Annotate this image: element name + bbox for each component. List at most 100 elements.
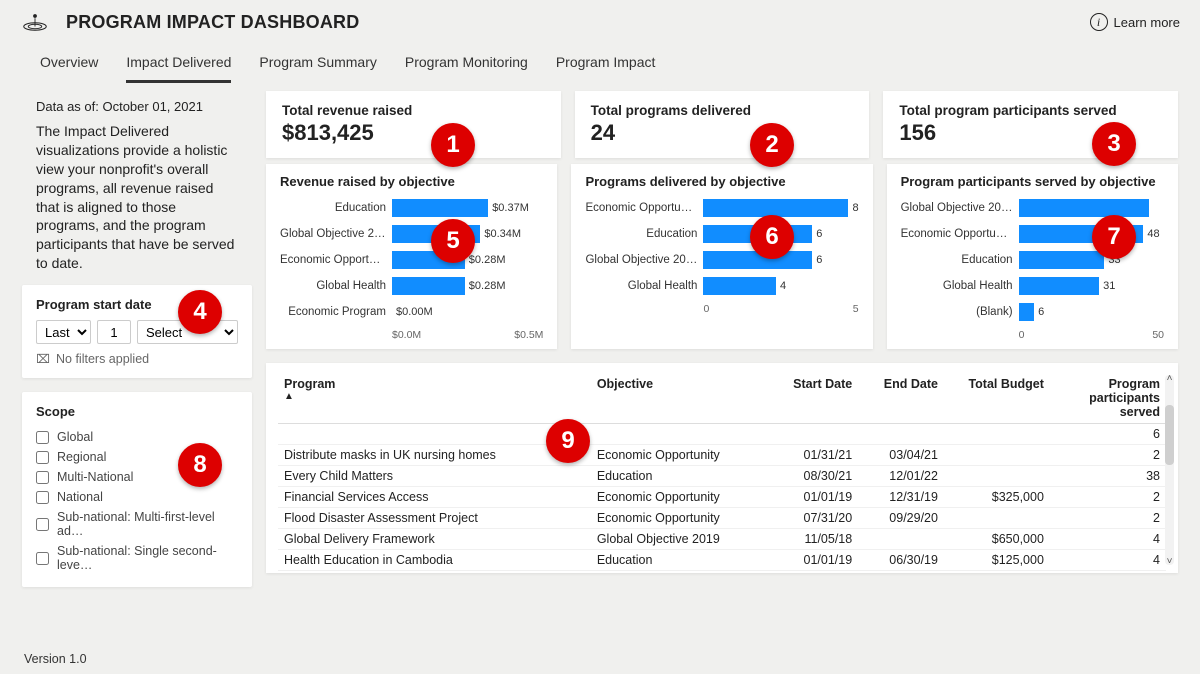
chart-bar[interactable]: Education 33 <box>901 247 1164 273</box>
filter-unit-select[interactable]: Select <box>137 320 238 344</box>
chart-bar[interactable]: Education $0.37M <box>280 195 543 221</box>
scope-option-label: Sub-national: Multi-first-level ad… <box>57 510 238 538</box>
cell-start: 01/01/19 <box>772 487 858 508</box>
tab-program-monitoring[interactable]: Program Monitoring <box>405 46 528 83</box>
chart-bar[interactable]: (Blank) 6 <box>901 299 1164 325</box>
cell-end: 06/30/19 <box>858 571 944 574</box>
bar-category: Global Objective 2019 <box>280 228 392 240</box>
col-served[interactable]: Program participants served <box>1050 373 1166 424</box>
clear-filter-icon[interactable]: ⌧ <box>36 352 50 366</box>
table-row[interactable]: Health Education Initiatives Global Heal… <box>278 571 1166 574</box>
filter-n-input[interactable] <box>97 320 131 344</box>
filter-scope-panel: Scope GlobalRegionalMulti-NationalNation… <box>22 392 252 587</box>
bar-value: $0.28M <box>469 280 506 292</box>
chart-bar[interactable]: Global Objective 2019 $0.34M <box>280 221 543 247</box>
tab-overview[interactable]: Overview <box>40 46 98 83</box>
table-row[interactable]: Every Child Matters Education 08/30/21 1… <box>278 466 1166 487</box>
scope-option[interactable]: National <box>36 487 238 507</box>
scope-option[interactable]: Global <box>36 427 238 447</box>
scope-option[interactable]: Multi-National <box>36 467 238 487</box>
chart-bar[interactable]: Economic Opportunity $0.28M <box>280 247 543 273</box>
chart-programs-by-objective[interactable]: Programs delivered by objective Economic… <box>571 164 872 349</box>
scope-option-label: Global <box>57 430 93 444</box>
bar-category: Education <box>901 254 1019 266</box>
kpi-participants-value: 156 <box>899 120 1162 146</box>
no-filters-label: No filters applied <box>56 352 149 366</box>
table-row[interactable]: Health Education in Cambodia Education 0… <box>278 550 1166 571</box>
col-budget[interactable]: Total Budget <box>944 373 1050 424</box>
bar-fill <box>392 225 480 243</box>
cell-program: Financial Services Access <box>278 487 591 508</box>
table-row[interactable]: Global Delivery Framework Global Objecti… <box>278 529 1166 550</box>
table-scrollbar[interactable]: ˄ ˅ <box>1165 375 1174 565</box>
chart-bar[interactable]: Global Health 4 <box>585 273 858 299</box>
tab-program-impact[interactable]: Program Impact <box>556 46 656 83</box>
table-row[interactable]: 6 <box>278 424 1166 445</box>
kpi-revenue-title: Total revenue raised <box>282 103 545 118</box>
cell-objective <box>591 424 773 445</box>
filter-last-select[interactable]: Last <box>36 320 91 344</box>
scope-option[interactable]: Sub-national: Multi-first-level ad… <box>36 507 238 541</box>
cell-budget: $125,000 <box>944 550 1050 571</box>
chart-bar[interactable]: Education 6 <box>585 221 858 247</box>
cell-budget <box>944 466 1050 487</box>
scope-checkbox[interactable] <box>36 471 49 484</box>
chart-participants-by-objective[interactable]: Program participants served by objective… <box>887 164 1178 349</box>
scope-option[interactable]: Sub-national: Single second-leve… <box>36 541 238 575</box>
bar-category: Global Health <box>280 280 392 292</box>
scope-option-label: National <box>57 490 103 504</box>
scope-option[interactable]: Regional <box>36 447 238 467</box>
axis-tick: 50 <box>1152 329 1164 341</box>
chart-bar[interactable]: Global Health 31 <box>901 273 1164 299</box>
cell-program: Every Child Matters <box>278 466 591 487</box>
scroll-thumb[interactable] <box>1165 405 1174 465</box>
tab-program-summary[interactable]: Program Summary <box>259 46 376 83</box>
learn-more-button[interactable]: i Learn more <box>1090 13 1180 31</box>
programs-table[interactable]: Program▲ Objective Start Date End Date T… <box>278 373 1166 573</box>
scope-checkbox[interactable] <box>36 451 49 464</box>
bar-fill <box>392 199 488 217</box>
bar-value: $0.37M <box>492 202 529 214</box>
app-logo-icon <box>20 10 50 34</box>
cell-start <box>772 424 858 445</box>
scope-checkbox[interactable] <box>36 552 49 565</box>
chart-bar[interactable]: Economic Opportunity 48 <box>901 221 1164 247</box>
bar-fill <box>703 277 776 295</box>
col-program[interactable]: Program▲ <box>278 373 591 424</box>
cell-start: 01/31/21 <box>772 445 858 466</box>
cell-program: Health Education Initiatives <box>278 571 591 574</box>
page-title: PROGRAM IMPACT DASHBOARD <box>66 12 359 33</box>
chart-bar[interactable]: Global Health $0.28M <box>280 273 543 299</box>
chart-bar[interactable]: Global Objective 2019 6 <box>585 247 858 273</box>
scroll-down-icon[interactable]: ˅ <box>1165 556 1174 567</box>
chart-revenue-title: Revenue raised by objective <box>280 174 543 189</box>
cell-objective: Economic Opportunity <box>591 445 773 466</box>
bar-fill <box>392 251 465 269</box>
tabs: Overview Impact Delivered Program Summar… <box>0 46 1200 83</box>
cell-budget <box>944 445 1050 466</box>
no-filters-row: ⌧ No filters applied <box>36 352 238 366</box>
scroll-up-icon[interactable]: ˄ <box>1165 373 1174 384</box>
table-row[interactable]: Distribute masks in UK nursing homes Eco… <box>278 445 1166 466</box>
table-row[interactable]: Flood Disaster Assessment Project Econom… <box>278 508 1166 529</box>
col-end[interactable]: End Date <box>858 373 944 424</box>
scope-checkbox[interactable] <box>36 518 49 531</box>
cell-start: 01/01/19 <box>772 550 858 571</box>
cell-program: Flood Disaster Assessment Project <box>278 508 591 529</box>
scope-checkbox[interactable] <box>36 431 49 444</box>
col-start[interactable]: Start Date <box>772 373 858 424</box>
chart-bar[interactable]: Economic Program $0.00M <box>280 299 543 325</box>
info-icon: i <box>1090 13 1108 31</box>
chart-bar[interactable]: Global Objective 2019 <box>901 195 1164 221</box>
tab-impact-delivered[interactable]: Impact Delivered <box>126 46 231 83</box>
scope-checkbox[interactable] <box>36 491 49 504</box>
table-row[interactable]: Financial Services Access Economic Oppor… <box>278 487 1166 508</box>
col-objective[interactable]: Objective <box>591 373 773 424</box>
cell-start: 01/01/19 <box>772 571 858 574</box>
bar-fill <box>1019 199 1149 217</box>
chart-revenue-by-objective[interactable]: Revenue raised by objective Education $0… <box>266 164 557 349</box>
bar-fill <box>703 225 812 243</box>
chart-bar[interactable]: Economic Opportunity 8 <box>585 195 858 221</box>
cell-start: 11/05/18 <box>772 529 858 550</box>
cell-start: 08/30/21 <box>772 466 858 487</box>
